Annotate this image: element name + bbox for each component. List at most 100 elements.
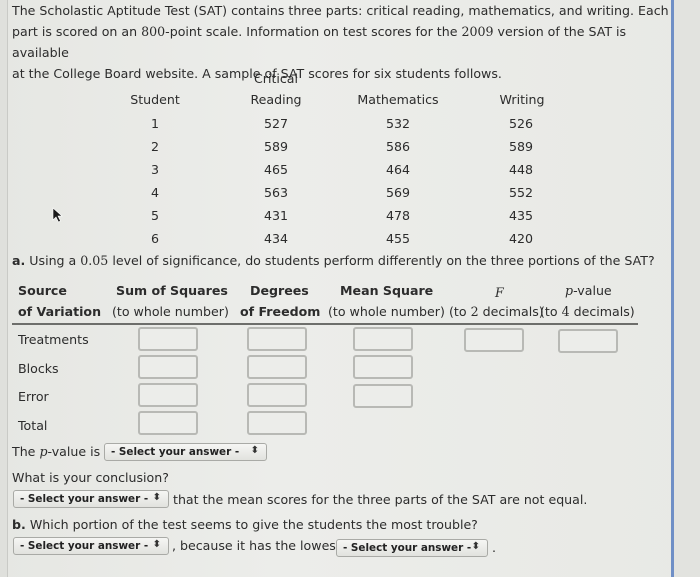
- header-mean-square: Mean Square: [340, 283, 434, 298]
- writing-score: 552: [508, 185, 534, 200]
- intro-line-3: at the College Board website. A sample o…: [12, 66, 502, 81]
- select-arrows-icon: ⬍: [250, 445, 259, 456]
- text: (to: [449, 304, 471, 319]
- part-a-text: level of significance, do students perfo…: [108, 253, 655, 268]
- num: 4: [561, 304, 570, 319]
- mouse-cursor-icon: [52, 207, 63, 223]
- part-b-label: b.: [12, 517, 26, 532]
- header-of-variation: of Variation: [18, 304, 102, 319]
- error-ms-input[interactable]: [353, 384, 413, 408]
- lowest-measure-select[interactable]: - Select your answer - ⬍: [336, 539, 488, 557]
- intro-line-1: The Scholastic Aptitude Test (SAT) conta…: [12, 3, 669, 18]
- error-ss-input[interactable]: [138, 383, 198, 407]
- intro-paragraph: The Scholastic Aptitude Test (SAT) conta…: [12, 0, 672, 84]
- math-score: 532: [385, 116, 411, 131]
- writing-score: 526: [508, 116, 534, 131]
- header-reading-top: Critical: [253, 71, 299, 86]
- p-symbol: p: [39, 444, 48, 459]
- text: The: [12, 444, 40, 459]
- error-df-input[interactable]: [247, 383, 307, 407]
- row-label-error: Error: [18, 389, 49, 404]
- intro-text: -point scale. Information on test scores…: [165, 24, 462, 39]
- header-mathematics: Mathematics: [357, 92, 439, 107]
- header-f-precision: (to 2 decimals): [449, 304, 544, 320]
- header-source: Source: [18, 283, 67, 298]
- header-p-precision: (to 4 decimals): [540, 304, 635, 320]
- total-ss-input[interactable]: [138, 411, 198, 435]
- treatments-ms-input[interactable]: [353, 327, 413, 351]
- right-scroll-rail: [674, 0, 700, 577]
- conclusion-text: that the mean scores for the three parts…: [173, 492, 588, 507]
- select-arrows-icon: ⬍: [152, 539, 161, 550]
- scale-number: 800: [141, 24, 166, 39]
- num: 2: [470, 304, 479, 319]
- header-sum-of-squares: Sum of Squares: [116, 283, 228, 298]
- select-arrows-icon: ⬍: [471, 541, 480, 552]
- header-reading-bottom: Reading: [250, 92, 302, 107]
- treatments-df-input[interactable]: [247, 327, 307, 351]
- pvalue-select[interactable]: - Select your answer - ⬍: [104, 443, 267, 461]
- blocks-ms-input[interactable]: [353, 355, 413, 379]
- header-ms-precision: (to whole number): [328, 304, 445, 319]
- math-score: 569: [385, 185, 411, 200]
- treatments-f-input[interactable]: [464, 328, 524, 352]
- part-a-text: Using a: [25, 253, 81, 268]
- intro-line-2: part is scored on an 800-point scale. In…: [12, 21, 672, 63]
- select-value: - Select your answer -: [111, 446, 240, 458]
- part-b-because-text: , because it has the lowest: [172, 538, 341, 553]
- text: decimals): [478, 304, 544, 319]
- header-of-freedom: of Freedom: [240, 304, 321, 319]
- blocks-ss-input[interactable]: [138, 355, 198, 379]
- student-number: 5: [150, 208, 159, 223]
- part-a-question: a. Using a 0.05 level of significance, d…: [12, 253, 655, 268]
- text: -value is: [47, 444, 101, 459]
- student-number: 4: [150, 185, 159, 200]
- header-p-value: p-value: [565, 283, 612, 299]
- part-a-label: a.: [12, 253, 26, 268]
- reading-score: 589: [263, 139, 289, 154]
- select-value: - Select your answer -: [343, 542, 472, 554]
- reading-score: 527: [263, 116, 289, 131]
- significance-level: 0.05: [80, 253, 109, 268]
- math-score: 455: [385, 231, 411, 246]
- portion-select[interactable]: - Select your answer - ⬍: [13, 537, 169, 555]
- writing-score: 448: [508, 162, 534, 177]
- writing-score: 420: [508, 231, 534, 246]
- math-score: 478: [385, 208, 411, 223]
- reading-score: 434: [263, 231, 289, 246]
- question-page: The Scholastic Aptitude Test (SAT) conta…: [0, 0, 700, 577]
- conclusion-question: What is your conclusion?: [12, 470, 169, 485]
- conclusion-select[interactable]: - Select your answer - ⬍: [13, 490, 169, 508]
- intro-text: part is scored on an: [12, 24, 142, 39]
- row-label-total: Total: [18, 418, 48, 433]
- left-scroll-rail: [0, 0, 8, 577]
- text: (to: [540, 304, 562, 319]
- part-b-period: .: [492, 540, 497, 555]
- student-number: 1: [150, 116, 159, 131]
- pvalue-prompt: The p-value is: [12, 444, 100, 459]
- total-df-input[interactable]: [247, 411, 307, 435]
- treatments-ss-input[interactable]: [138, 327, 198, 351]
- treatments-p-input[interactable]: [558, 329, 618, 353]
- writing-score: 589: [508, 139, 534, 154]
- math-score: 586: [385, 139, 411, 154]
- writing-score: 435: [508, 208, 534, 223]
- select-arrows-icon: ⬍: [152, 492, 161, 503]
- select-value: - Select your answer -: [20, 540, 149, 552]
- text: -value: [573, 283, 612, 298]
- text: decimals): [569, 304, 635, 319]
- row-label-blocks: Blocks: [18, 361, 59, 376]
- anova-header-divider: [12, 323, 638, 325]
- part-b-question: b. Which portion of the test seems to gi…: [12, 517, 478, 532]
- year-number: 2009: [461, 24, 494, 39]
- select-value: - Select your answer -: [20, 493, 149, 505]
- reading-score: 563: [263, 185, 289, 200]
- reading-score: 431: [263, 208, 289, 223]
- student-number: 2: [150, 139, 159, 154]
- p-symbol: p: [565, 283, 574, 298]
- student-number: 6: [150, 231, 159, 246]
- math-score: 464: [385, 162, 411, 177]
- header-writing: Writing: [499, 92, 545, 107]
- text: Which portion of the test seems to give …: [25, 517, 478, 532]
- blocks-df-input[interactable]: [247, 355, 307, 379]
